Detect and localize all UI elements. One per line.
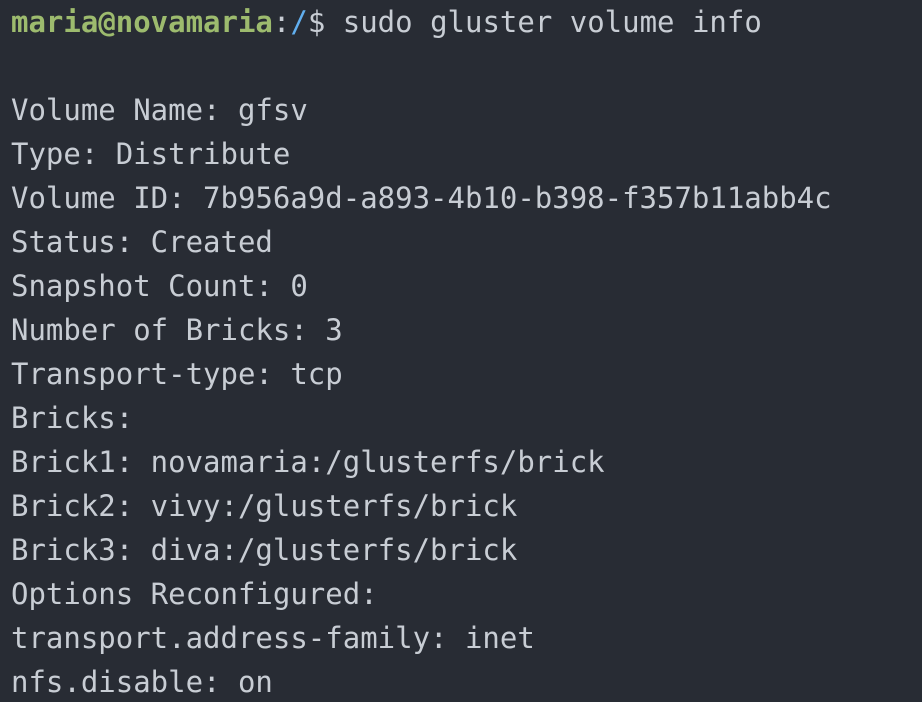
command-output: Volume Name: gfsv Type: Distribute Volum… [11,88,922,702]
output-line-brick2: Brick2: vivy:/glusterfs/brick [11,489,518,523]
command-prompt-line: maria@novamaria:/$ sudo gluster volume i… [11,0,922,44]
output-line-brick3: Brick3: diva:/glusterfs/brick [11,533,518,567]
output-line-number-of-bricks: Number of Bricks: 3 [11,313,343,347]
prompt-separator: : [272,5,291,39]
prompt-symbol: $ [307,5,343,39]
output-line-status: Status: Created [11,225,273,259]
output-line-brick1: Brick1: novamaria:/glusterfs/brick [11,445,605,479]
output-line-snapshot-count: Snapshot Count: 0 [11,269,308,303]
terminal-window[interactable]: maria@novamaria:/$ sudo gluster volume i… [0,0,922,702]
output-line-volume-name: Volume Name: gfsv [11,93,308,127]
output-line-bricks-header: Bricks: [11,401,134,435]
output-line-address-family: transport.address-family: inet [11,621,535,655]
output-line-transport-type: Transport-type: tcp [11,357,343,391]
output-line-nfs-disable: nfs.disable: on [11,665,273,699]
command-text: sudo gluster volume info [342,5,762,39]
prompt-path: / [290,5,308,39]
output-line-volume-id: Volume ID: 7b956a9d-a893-4b10-b398-f357b… [11,181,832,215]
output-line-options-header: Options Reconfigured: [11,577,378,611]
output-line-type: Type: Distribute [11,137,291,171]
prompt-user-host: maria@novamaria [11,5,273,39]
